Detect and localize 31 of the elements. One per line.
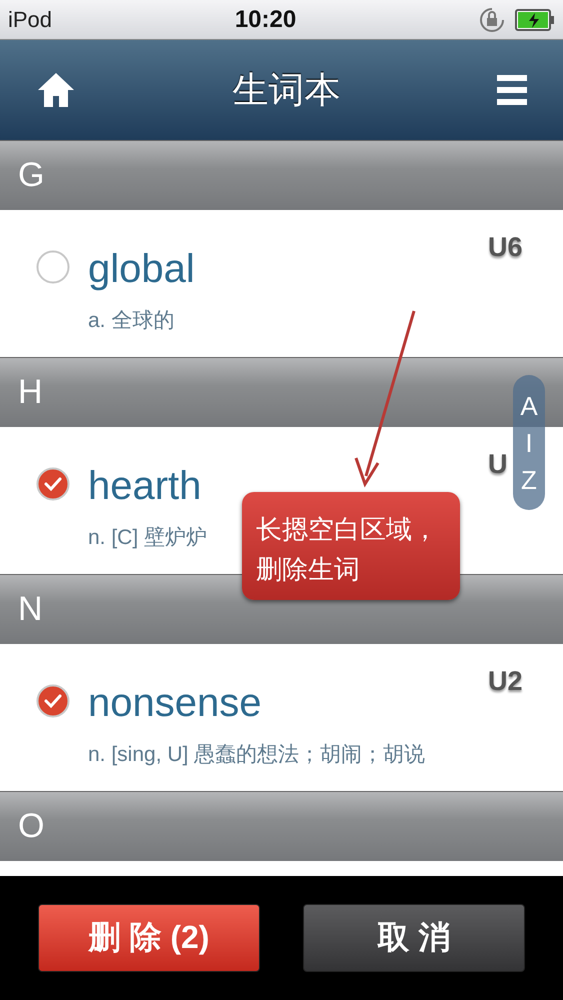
section-letter: G — [18, 156, 44, 195]
word-title: global — [88, 246, 195, 292]
callout-text: 删除生词 — [256, 554, 361, 587]
index-letter[interactable]: I — [525, 428, 533, 456]
cancel-button[interactable]: 取 消 — [303, 904, 525, 972]
clock: 10:20 — [234, 6, 298, 34]
unit-label: U6 — [488, 232, 523, 263]
screen-title: 生词本 — [232, 68, 342, 112]
word-title: nonsense — [88, 680, 262, 726]
carrier-label: iPod — [8, 6, 52, 32]
word-title: hearth — [88, 463, 202, 509]
word-definition: n. [C] 壁炉炉 — [88, 525, 208, 551]
index-letter[interactable]: Z — [521, 466, 537, 494]
delete-button[interactable]: 删 除 (2) — [38, 904, 260, 972]
callout-text: 长摁空白区域， — [256, 514, 439, 547]
section-letter: H — [18, 373, 43, 412]
rotation-lock-icon — [479, 6, 505, 32]
index-letter[interactable]: A — [520, 392, 538, 420]
word-definition: a. 全球的 — [88, 308, 176, 334]
section-letter: N — [18, 590, 43, 629]
battery-icon — [515, 8, 555, 30]
menu-icon[interactable] — [497, 73, 527, 107]
checkbox[interactable] — [36, 250, 70, 284]
section-letter: O — [18, 807, 44, 846]
unit-label: U — [488, 449, 508, 480]
checkbox[interactable] — [36, 467, 70, 501]
word-definition: n. [sing, U] 愚蠢的想法；胡闹；胡说 — [88, 742, 426, 768]
index-bar[interactable]: A I Z — [513, 375, 545, 510]
checkbox[interactable] — [36, 684, 70, 718]
unit-label: U2 — [488, 666, 523, 697]
home-icon[interactable] — [36, 70, 76, 110]
